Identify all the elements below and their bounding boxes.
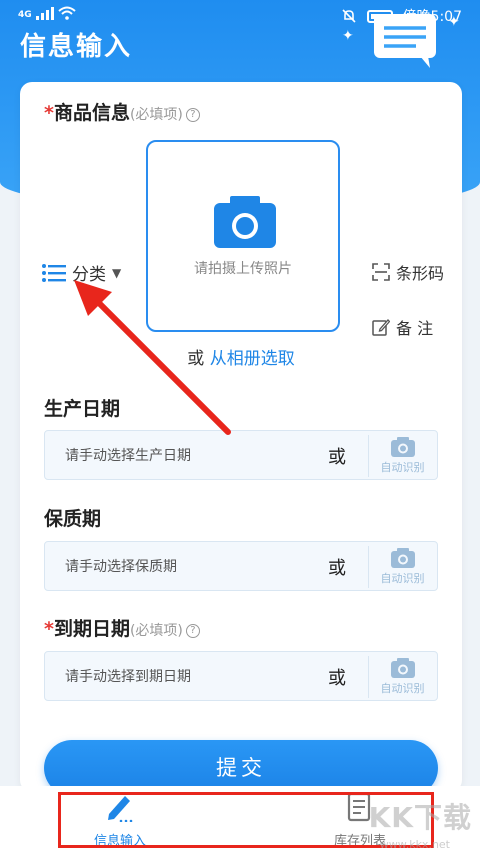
- help-icon[interactable]: ?: [185, 624, 200, 638]
- production-date-placeholder: 请手动选择生产日期: [65, 448, 191, 464]
- shelf-life-placeholder: 请手动选择保质期: [65, 559, 177, 575]
- photo-upload-box[interactable]: 请拍摄上传照片: [146, 140, 340, 332]
- signal-icon: [35, 6, 54, 20]
- shelf-life-auto-button[interactable]: 自动识别: [368, 546, 436, 588]
- required-star: *: [44, 102, 54, 124]
- watermark-url: www.kkx.net: [379, 838, 450, 851]
- camera-icon: [390, 658, 415, 678]
- expiry-date-placeholder: 请手动选择到期日期: [65, 669, 191, 685]
- expiry-date-auto-button[interactable]: 自动识别: [368, 656, 436, 698]
- caret-down-icon: ▼: [112, 265, 122, 280]
- shelf-life-field[interactable]: 请手动选择保质期 或 自动识别: [44, 541, 438, 591]
- chat-bubble-icon: [374, 14, 436, 68]
- help-icon[interactable]: ?: [185, 108, 200, 122]
- wifi-icon: [57, 6, 76, 20]
- photo-hint: 请拍摄上传照片: [194, 261, 292, 277]
- product-info-title: *商品信息(必填项)?: [44, 98, 200, 125]
- edit-icon: [372, 319, 390, 336]
- scan-icon: [372, 263, 390, 281]
- shelf-life-title: 保质期: [44, 508, 102, 530]
- sparkle-icon: ✦: [448, 14, 460, 30]
- album-select-line: 或 从相册选取: [187, 349, 295, 369]
- production-date-field[interactable]: 请手动选择生产日期 或 自动识别: [44, 430, 438, 480]
- camera-icon: [390, 548, 415, 568]
- form-card: *商品信息(必填项)? 请拍摄上传照片 分类 ▼ 条形码 备 注 或 从相册选取…: [20, 82, 462, 792]
- page-title: 信息输入: [20, 32, 133, 62]
- production-date-auto-button[interactable]: 自动识别: [368, 435, 436, 477]
- network-type: 4G: [18, 10, 32, 20]
- mute-bell-icon: [341, 9, 356, 23]
- required-star: *: [44, 618, 54, 640]
- camera-icon: [214, 196, 276, 248]
- production-date-title: 生产日期: [44, 398, 121, 420]
- expiry-date-title: *到期日期(必填项)?: [44, 614, 200, 641]
- barcode-button[interactable]: 条形码: [372, 260, 444, 284]
- remark-button[interactable]: 备 注: [372, 315, 433, 339]
- list-icon: [42, 263, 66, 282]
- sparkle-icon: ✦: [342, 28, 354, 44]
- category-button[interactable]: 分类 ▼: [42, 260, 121, 285]
- album-select-link[interactable]: 从相册选取: [210, 349, 295, 369]
- expiry-date-field[interactable]: 请手动选择到期日期 或 自动识别: [44, 651, 438, 701]
- camera-icon: [390, 437, 415, 457]
- watermark-logo: KK下载: [368, 801, 472, 834]
